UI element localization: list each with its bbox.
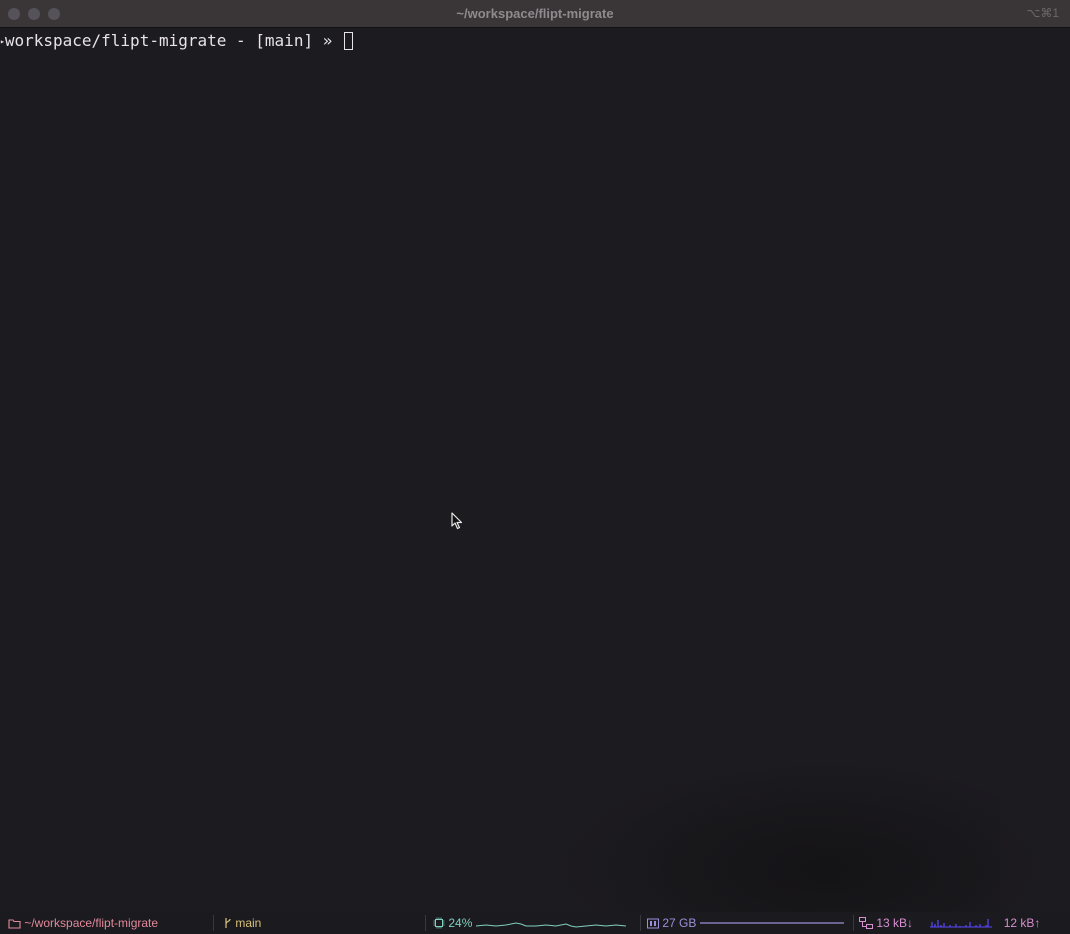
cpu-graph [475,922,626,928]
status-bar: ~/workspace/flipt-migrate main 24% 27 GB… [0,912,1070,934]
status-separator [213,915,214,931]
prompt-text: workspace/flipt-migrate - [main] » [4,31,342,50]
status-cpu: 24% [433,916,626,930]
cpu-icon [433,917,445,929]
status-separator [853,915,854,931]
net-up-value: 12 kB↑ [1003,916,1041,930]
net-down-value: 13 kB↓ [876,916,914,930]
status-network: 13 kB↓ 12 kB↑ [859,916,1040,930]
prompt-line: ▸workspace/flipt-migrate - [main] » [0,31,353,52]
status-separator [640,915,641,931]
folder-icon [8,919,21,929]
window-shortcut: ⌥⌘1 [1026,6,1059,20]
window-title: ~/workspace/flipt-migrate [456,6,614,21]
status-branch-label: main [235,916,262,930]
mouse-pointer-icon [451,512,463,530]
git-branch-icon [225,918,231,928]
status-path-label: ~/workspace/flipt-migrate [24,916,159,930]
terminal-window: ~/workspace/flipt-migrate ⌥⌘1 ▸workspace… [0,0,1070,934]
title-bar: ~/workspace/flipt-migrate ⌥⌘1 [0,0,1070,28]
status-branch[interactable]: main [224,916,261,930]
status-memory: 27 GB [647,916,844,930]
status-path[interactable]: ~/workspace/flipt-migrate [8,916,158,930]
terminal-area[interactable]: ▸workspace/flipt-migrate - [main] » [0,28,1070,918]
text-cursor [343,32,353,50]
background-wallpaper [580,758,1000,918]
network-graph [930,919,993,928]
memory-graph [699,922,844,924]
cpu-value: 24% [448,916,473,930]
network-icon [859,917,873,929]
status-separator [425,915,426,931]
memory-icon [647,918,659,929]
memory-value: 27 GB [662,916,697,930]
